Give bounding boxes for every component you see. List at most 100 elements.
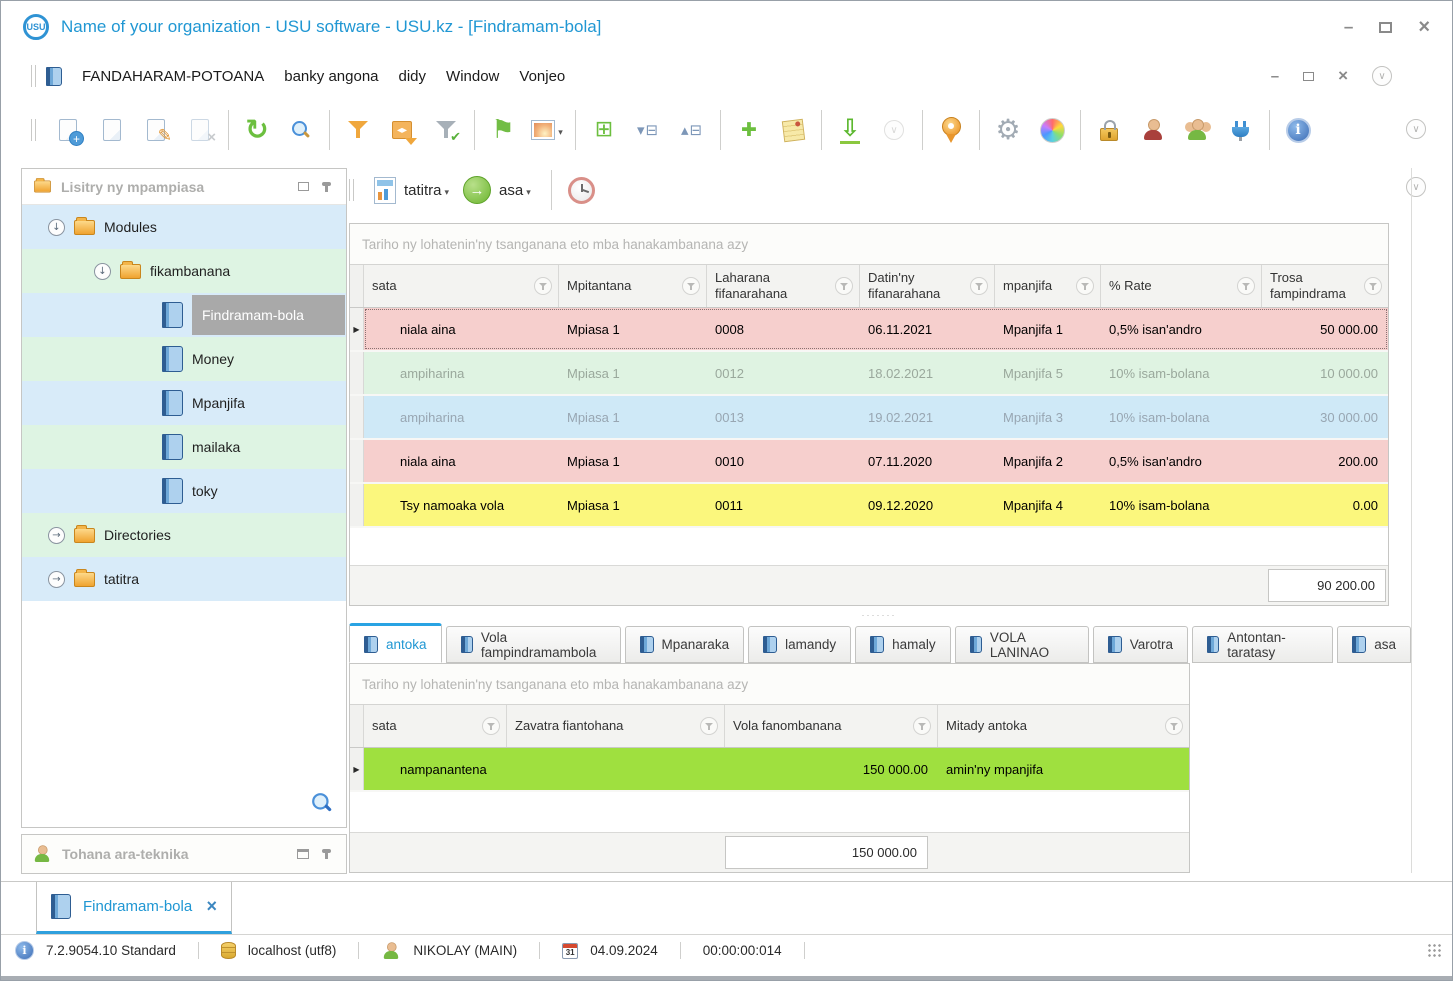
column-header-sata[interactable]: sata [364,265,559,307]
menu-item-program[interactable]: FANDAHARAM-POTOANA [72,68,274,85]
table-row[interactable]: niala aina Mpiasa 1 0008 06.11.2021 Mpan… [350,308,1388,352]
minimize-icon[interactable] [1344,17,1353,37]
menubar-overflow-icon[interactable] [1372,66,1392,86]
column-filter-icon[interactable] [1076,277,1094,295]
timer-clock-icon[interactable] [567,176,595,204]
expand-node-icon[interactable] [48,570,65,588]
lock-icon[interactable] [1087,106,1131,154]
column-filter-icon[interactable] [482,717,500,735]
info-icon[interactable] [15,941,34,960]
column-filter-icon[interactable] [913,717,931,735]
doc-restore-icon[interactable] [1303,68,1320,81]
tree-item-findramam-bola[interactable]: Findramam-bola [22,293,346,337]
more-circle-icon[interactable] [872,106,916,154]
column-header-mitady[interactable]: Mitady antoka [938,705,1189,747]
flag-icon[interactable] [481,106,525,154]
tree-item-mpanjifa[interactable]: Mpanjifa [22,381,346,425]
tree-item-toky[interactable]: toky [22,469,346,513]
location-icon[interactable] [929,106,973,154]
column-filter-icon[interactable] [534,277,552,295]
column-filter-icon[interactable] [970,277,988,295]
panel-splitter[interactable] [1411,168,1412,873]
filter-apply-icon[interactable] [424,106,468,154]
filter-range-icon[interactable] [380,106,424,154]
column-filter-icon[interactable] [1364,277,1382,295]
column-header-datiny[interactable]: Datin'ny fifanarahana [860,265,995,307]
delete-icon[interactable] [178,106,222,154]
edit-icon[interactable] [134,106,178,154]
column-header-mpitantana[interactable]: Mpitantana [559,265,707,307]
add-record-icon[interactable] [727,106,771,154]
column-filter-icon[interactable] [835,277,853,295]
action-dropdown[interactable]: asa [499,182,531,199]
close-tab-icon[interactable] [206,896,217,917]
collapse-tree-icon[interactable] [626,106,670,154]
export-icon[interactable] [828,106,872,154]
menu-item-database[interactable]: banky angona [274,68,388,85]
panel-pin-icon[interactable] [322,849,331,859]
column-header-rate[interactable]: % Rate [1101,265,1262,307]
collapse-node-icon[interactable] [48,218,65,236]
filter-icon[interactable] [336,106,380,154]
expand-item-icon[interactable] [582,106,626,154]
tab-hamaly[interactable]: hamaly [855,626,951,663]
doc-minimize-icon[interactable] [1271,68,1279,85]
toolbar-grip[interactable] [31,119,36,141]
toolbar-overflow-icon[interactable] [1406,119,1426,139]
table-row[interactable]: ampiharina Mpiasa 1 0013 19.02.2021 Mpan… [350,396,1388,440]
maximize-icon[interactable] [1379,21,1393,33]
tab-mpanaraka[interactable]: Mpanaraka [624,626,745,663]
tree-search-icon[interactable] [311,792,333,814]
search-icon[interactable] [279,106,323,154]
tab-vola-fampindramambola[interactable]: Vola fampindramambola [445,626,621,663]
column-filter-icon[interactable] [700,717,718,735]
refresh-icon[interactable] [235,106,279,154]
users-group-icon[interactable] [1175,106,1219,154]
report-icon[interactable] [374,176,396,204]
table-row[interactable]: ampiharina Mpiasa 1 0012 18.02.2021 Mpan… [350,352,1388,396]
grid-splitter[interactable] [349,606,1409,623]
info-icon[interactable] [1276,106,1320,154]
expand-node-icon[interactable] [48,526,65,544]
notes-icon[interactable] [771,106,815,154]
panel-restore-icon[interactable] [298,179,314,191]
column-header-zavatra[interactable]: Zavatra fiantohana [507,705,725,747]
column-header-sata[interactable]: sata [364,705,507,747]
doc-tab-findramam-bola[interactable]: Findramam-bola [36,882,232,934]
toolbar-grip[interactable] [349,179,354,201]
panel-maximize-icon[interactable] [297,849,309,859]
tab-asa[interactable]: asa [1337,626,1411,663]
column-filter-icon[interactable] [1237,277,1255,295]
settings-gear-icon[interactable] [986,106,1030,154]
plugin-icon[interactable] [1219,106,1263,154]
tab-antontan-taratasy[interactable]: Antontan-taratasy [1191,626,1334,663]
tab-vola-laninao[interactable]: VOLA LANINAO [954,626,1089,663]
tree-item-directories[interactable]: Directories [22,513,346,557]
column-filter-icon[interactable] [1165,717,1183,735]
support-panel-header[interactable]: Tohana ara-teknika [21,834,347,874]
column-header-laharana[interactable]: Laharana fifanarahana [707,265,860,307]
tree-item-tatitra[interactable]: tatitra [22,557,346,601]
table-row[interactable]: Tsy namoaka vola Mpiasa 1 0011 09.12.202… [350,484,1388,528]
column-filter-icon[interactable] [682,277,700,295]
toolbar-grip[interactable] [31,65,36,87]
tab-antoka[interactable]: antoka [349,623,442,663]
collapse-node-icon[interactable] [94,262,111,280]
tree-item-fikambanana[interactable]: fikambanana [22,249,346,293]
reportbar-overflow-icon[interactable] [1406,177,1426,197]
close-icon[interactable] [1418,16,1430,39]
table-row[interactable]: nampanantena 150 000.00 amin'ny mpanjifa [350,748,1189,792]
menu-item-window[interactable]: Window [436,68,509,85]
copy-icon[interactable] [90,106,134,154]
column-header-trosa[interactable]: Trosa fampindrama [1262,265,1388,307]
tree-item-modules[interactable]: Modules [22,205,346,249]
doc-close-icon[interactable] [1338,66,1348,86]
tab-lamandy[interactable]: lamandy [748,626,852,663]
color-wheel-icon[interactable] [1030,106,1074,154]
image-icon[interactable] [525,106,569,154]
table-row[interactable]: niala aina Mpiasa 1 0010 07.11.2020 Mpan… [350,440,1388,484]
menu-item-commands[interactable]: didy [389,68,437,85]
expand-tree-icon[interactable] [670,106,714,154]
menu-item-help[interactable]: Vonjeo [509,68,575,85]
panel-pin-icon[interactable] [322,181,331,192]
